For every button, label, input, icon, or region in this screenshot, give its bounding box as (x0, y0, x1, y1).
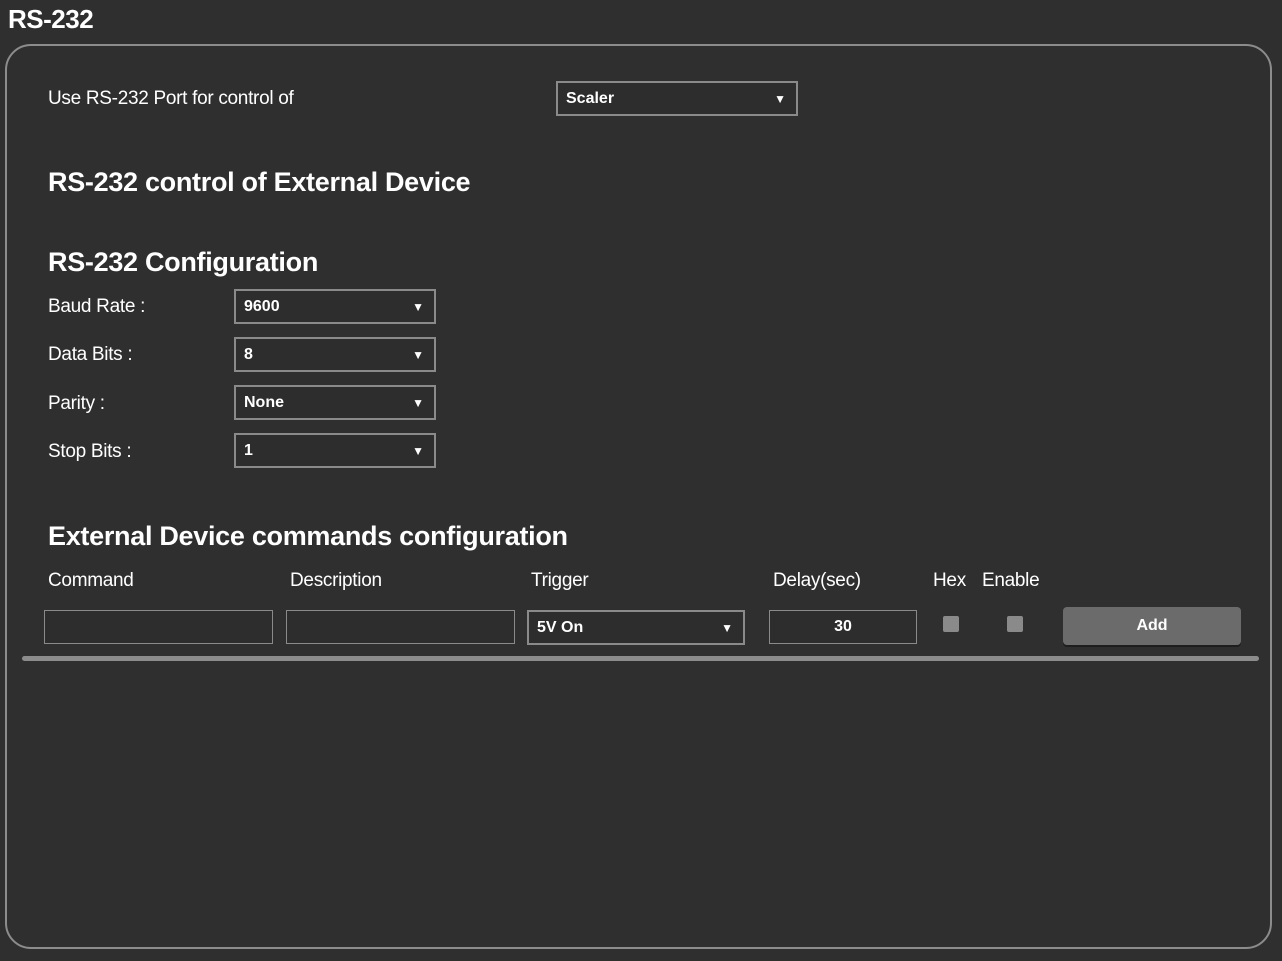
data-bits-label: Data Bits : (48, 344, 133, 365)
baud-rate-value: 9600 (244, 297, 280, 315)
external-device-heading: RS-232 control of External Device (48, 167, 471, 197)
baud-rate-label: Baud Rate : (48, 296, 146, 317)
trigger-select[interactable]: 5V On ▼ (527, 610, 745, 645)
commands-heading: External Device commands configuration (48, 521, 568, 551)
command-input[interactable] (44, 610, 273, 644)
stop-bits-value: 1 (244, 441, 253, 459)
chevron-down-icon: ▼ (721, 620, 733, 635)
parity-label: Parity : (48, 393, 105, 414)
parity-select[interactable]: None ▼ (234, 385, 436, 420)
column-header-command: Command (48, 570, 134, 591)
stop-bits-label: Stop Bits : (48, 441, 132, 462)
column-header-trigger: Trigger (531, 570, 589, 591)
data-bits-value: 8 (244, 345, 253, 363)
chevron-down-icon: ▼ (412, 395, 424, 410)
add-command-button[interactable]: Add (1063, 607, 1241, 645)
parity-value: None (244, 393, 284, 411)
enable-checkbox[interactable] (1007, 616, 1023, 632)
chevron-down-icon: ▼ (412, 347, 424, 362)
column-header-hex: Hex (933, 570, 966, 591)
port-control-value: Scaler (566, 89, 615, 107)
trigger-value: 5V On (537, 618, 584, 636)
rs232-page: RS-232 Use RS-232 Port for control of Sc… (0, 0, 1282, 961)
data-bits-select[interactable]: 8 ▼ (234, 337, 436, 372)
delay-input[interactable] (769, 610, 917, 644)
column-header-enable: Enable (982, 570, 1040, 591)
configuration-heading: RS-232 Configuration (48, 247, 319, 277)
stop-bits-select[interactable]: 1 ▼ (234, 433, 436, 468)
section-divider (22, 656, 1259, 661)
chevron-down-icon: ▼ (412, 443, 424, 458)
column-header-delay: Delay(sec) (773, 570, 861, 591)
description-input[interactable] (286, 610, 515, 644)
page-title: RS-232 (8, 4, 94, 34)
port-control-select[interactable]: Scaler ▼ (556, 81, 798, 116)
column-header-description: Description (290, 570, 382, 591)
chevron-down-icon: ▼ (412, 299, 424, 314)
chevron-down-icon: ▼ (774, 91, 786, 106)
baud-rate-select[interactable]: 9600 ▼ (234, 289, 436, 324)
hex-checkbox[interactable] (943, 616, 959, 632)
port-control-label: Use RS-232 Port for control of (48, 88, 294, 109)
